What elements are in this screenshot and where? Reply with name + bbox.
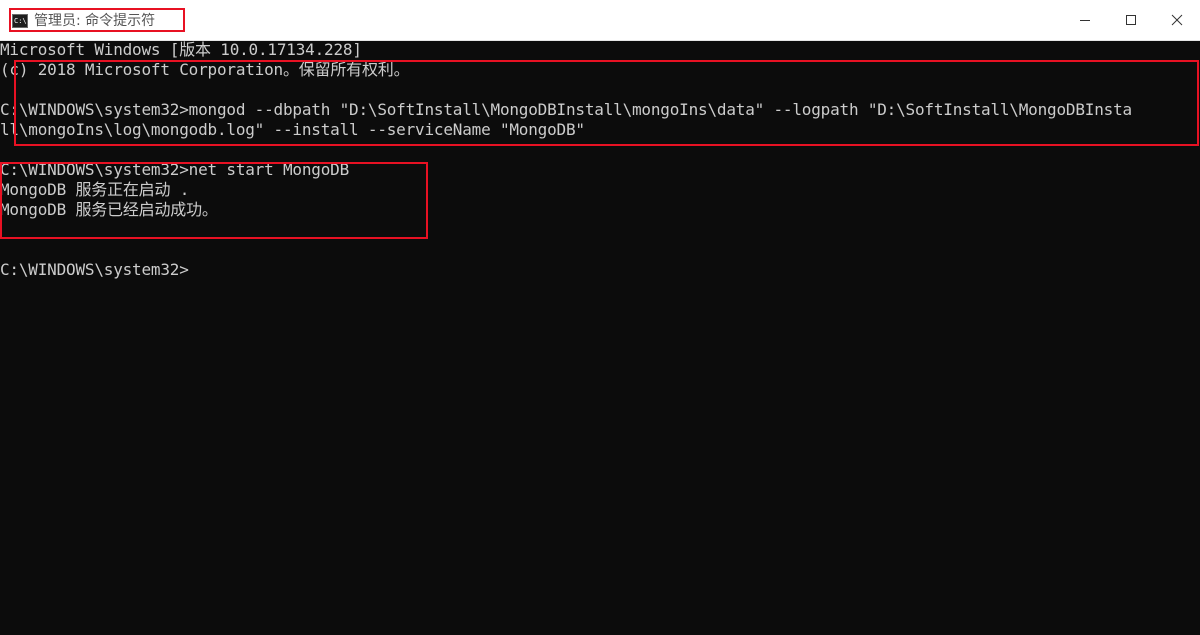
console-line: Microsoft Windows [版本 10.0.17134.228] [0, 40, 362, 59]
command-prompt-window: C:\ 管理员: 命令提示符 Microsoft Windows [版本 10.… [0, 0, 1200, 635]
minimize-button[interactable] [1062, 0, 1108, 40]
console-line: MongoDB 服务正在启动 . [0, 180, 190, 199]
console-prompt: C:\WINDOWS\system32> [0, 260, 189, 279]
console-line: C:\WINDOWS\system32>mongod --dbpath "D:\… [0, 100, 1132, 119]
close-icon [1171, 14, 1183, 26]
console-line: (c) 2018 Microsoft Corporation。保留所有权利。 [0, 60, 410, 79]
window-controls [1062, 0, 1200, 40]
maximize-icon [1126, 15, 1136, 25]
console-line: MongoDB 服务已经启动成功。 [0, 200, 218, 219]
maximize-button[interactable] [1108, 0, 1154, 40]
close-button[interactable] [1154, 0, 1200, 40]
console-line: ll\mongoIns\log\mongodb.log" --install -… [0, 120, 585, 139]
cmd-icon[interactable]: C:\ [12, 14, 28, 28]
title-area: C:\ 管理员: 命令提示符 [12, 11, 155, 31]
console-line: C:\WINDOWS\system32>net start MongoDB [0, 160, 350, 179]
window-title: 管理员: 命令提示符 [34, 13, 156, 29]
console-output[interactable]: Microsoft Windows [版本 10.0.17134.228] (c… [0, 40, 1200, 635]
minimize-icon [1080, 20, 1090, 21]
title-bar[interactable]: C:\ 管理员: 命令提示符 [0, 0, 1200, 41]
